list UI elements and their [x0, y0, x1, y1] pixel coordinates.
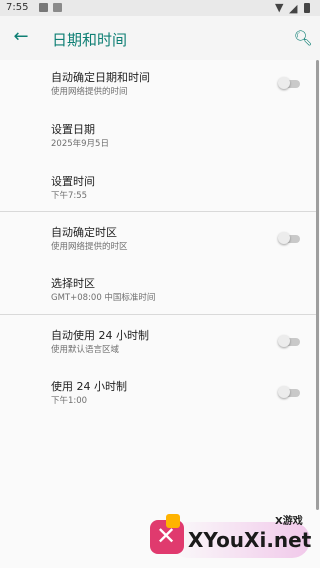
setting-subtitle: GMT+08:00 中国标准时间 [51, 293, 156, 303]
app-bar: ← 日期和时间 🔍︎ [0, 16, 320, 60]
watermark: ✕ X游戏 XYouXi.net [150, 510, 320, 568]
setting-set-time[interactable]: 设置时间 下午7:55 [0, 166, 316, 210]
setting-subtitle: 下午1:00 [51, 396, 88, 406]
setting-title: 设置时间 [51, 175, 95, 188]
gamepad-icon [166, 514, 180, 528]
search-icon[interactable]: 🔍︎ [292, 27, 314, 49]
notification-icon [39, 3, 48, 12]
auto-date-time-toggle[interactable] [278, 77, 300, 89]
setting-title: 设置日期 [51, 123, 95, 136]
setting-auto-date-time[interactable]: 自动确定日期和时间 使用网络提供的时间 [0, 62, 316, 110]
watermark-cn: X游戏 [275, 516, 303, 527]
signal-icon: ◢ [289, 2, 298, 15]
setting-use-24-hour[interactable]: 使用 24 小时制 下午1:00 [0, 371, 316, 419]
scrollbar[interactable] [316, 60, 319, 510]
auto-24-hour-toggle[interactable] [278, 335, 300, 347]
setting-subtitle: 使用默认语言区域 [51, 345, 120, 355]
back-arrow-icon[interactable]: ← [10, 26, 32, 48]
notification-icon [53, 3, 62, 12]
status-time: 7:55 [6, 2, 29, 13]
auto-timezone-toggle[interactable] [278, 232, 300, 244]
use-24-hour-toggle[interactable] [278, 386, 300, 398]
page-title: 日期和时间 [52, 31, 128, 49]
setting-subtitle: 使用网络提供的时间 [51, 87, 128, 97]
wifi-icon: ▼ [275, 1, 284, 14]
divider [0, 314, 316, 315]
setting-subtitle: 下午7:55 [51, 191, 88, 201]
setting-title: 自动确定日期和时间 [51, 71, 150, 84]
setting-select-timezone[interactable]: 选择时区 GMT+08:00 中国标准时间 [0, 268, 316, 312]
divider [0, 211, 316, 212]
setting-set-date[interactable]: 设置日期 2025年9月5日 [0, 114, 316, 162]
setting-auto-24-hour[interactable]: 自动使用 24 小时制 使用默认语言区域 [0, 320, 316, 368]
setting-subtitle: 2025年9月5日 [51, 139, 109, 149]
setting-title: 选择时区 [51, 277, 95, 290]
setting-title: 自动确定时区 [51, 226, 117, 239]
setting-subtitle: 使用网络提供的时区 [51, 242, 128, 252]
status-bar: 7:55 ▼ ◢ [0, 0, 320, 16]
watermark-en: XYouXi.net [188, 528, 312, 552]
setting-auto-timezone[interactable]: 自动确定时区 使用网络提供的时区 [0, 217, 316, 265]
setting-title: 使用 24 小时制 [51, 380, 127, 393]
setting-title: 自动使用 24 小时制 [51, 329, 149, 342]
battery-icon [304, 3, 310, 13]
